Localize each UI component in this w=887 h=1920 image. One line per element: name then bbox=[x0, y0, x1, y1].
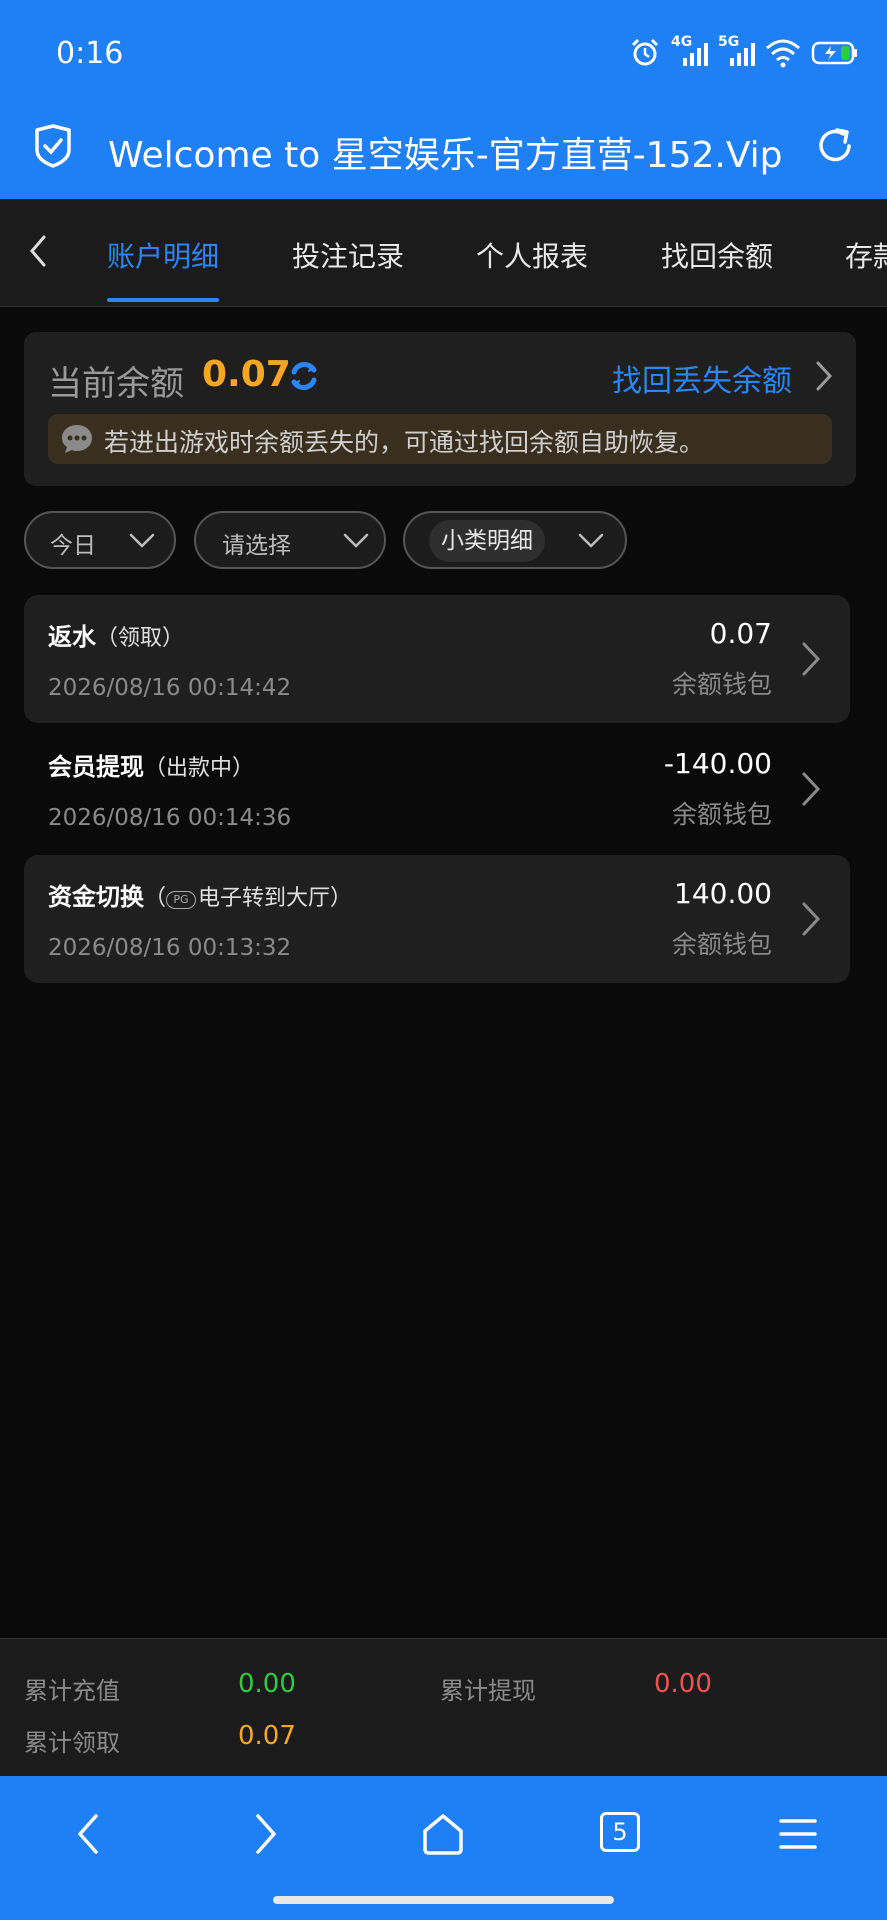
total-withdraw-value: 0.00 bbox=[654, 1669, 712, 1699]
chevron-right-icon bbox=[256, 1814, 276, 1854]
date-filter[interactable]: 今日 bbox=[24, 511, 176, 569]
tab-account-details[interactable]: 账户明细 bbox=[107, 235, 219, 275]
chevron-down-icon bbox=[129, 533, 155, 548]
record-row[interactable]: 资金切换（ PG 电子转到大厅） 2026/08/16 00:13:32 140.0… bbox=[24, 855, 850, 983]
record-wallet: 余额钱包 bbox=[671, 930, 772, 959]
record-amount: 0.07 bbox=[709, 617, 772, 650]
tab-count-button[interactable]: 5 bbox=[600, 1812, 640, 1852]
battery-icon bbox=[811, 41, 857, 65]
chevron-left-icon bbox=[78, 1814, 98, 1854]
detail-filter[interactable]: 小类明细 bbox=[403, 511, 627, 569]
tab-bar: 账户明细 投注记录 个人报表 找回余额 存款 bbox=[0, 199, 887, 307]
wifi-icon bbox=[766, 39, 800, 68]
balance-value: 0.07 bbox=[202, 354, 291, 395]
total-claim-value: 0.07 bbox=[238, 1721, 296, 1751]
chevron-down-icon bbox=[578, 533, 604, 548]
back-arrow-icon[interactable] bbox=[24, 233, 54, 269]
chat-bubble-icon bbox=[62, 425, 92, 453]
browser-header: 0:16 4G 5G Welcome to 星空娱乐-官方直营-152.Vip bbox=[0, 0, 887, 199]
total-withdraw-label: 累计提现 bbox=[440, 1677, 536, 1705]
tab-recover-balance[interactable]: 找回余额 bbox=[661, 235, 773, 275]
balance-label: 当前余额 bbox=[48, 364, 184, 404]
tab-deposit[interactable]: 存款 bbox=[845, 235, 887, 275]
signal-5g-icon: 5G bbox=[718, 34, 755, 66]
chevron-right-icon[interactable] bbox=[814, 360, 834, 392]
chevron-right-icon bbox=[802, 642, 821, 676]
chevron-down-icon bbox=[343, 533, 369, 548]
nav-forward-button[interactable] bbox=[236, 1804, 296, 1864]
record-amount: -140.00 bbox=[663, 747, 772, 780]
total-recharge-value: 0.00 bbox=[238, 1669, 296, 1699]
balance-notice: 若进出游戏时余额丢失的，可通过找回余额自助恢复。 bbox=[48, 414, 832, 464]
record-amount: 140.00 bbox=[674, 877, 772, 910]
record-title: 返水（领取） bbox=[48, 623, 185, 651]
record-row[interactable]: 返水（领取） 2026/08/16 00:14:42 0.07 余额钱包 bbox=[24, 595, 850, 723]
chevron-right-icon bbox=[802, 772, 821, 806]
nav-menu-button[interactable] bbox=[768, 1804, 828, 1864]
page-title: Welcome to 星空娱乐-官方直营-152.Vip bbox=[108, 135, 783, 176]
record-title: 会员提现（出款中） bbox=[48, 753, 255, 781]
record-time: 2026/08/16 00:13:32 bbox=[48, 935, 292, 961]
status-time: 0:16 bbox=[56, 36, 124, 71]
record-wallet: 余额钱包 bbox=[671, 800, 772, 829]
detail-filter-chip: 小类明细 bbox=[429, 520, 545, 562]
alarm-icon bbox=[631, 38, 659, 66]
signal-4g-icon: 4G bbox=[671, 34, 708, 66]
recover-lost-balance-link[interactable]: 找回丢失余额 bbox=[612, 356, 792, 400]
nav-back-button[interactable] bbox=[58, 1804, 118, 1864]
total-claim-label: 累计领取 bbox=[24, 1729, 120, 1757]
record-time: 2026/08/16 00:14:36 bbox=[48, 805, 292, 831]
record-wallet: 余额钱包 bbox=[671, 670, 772, 699]
detail-filter-label: 小类明细 bbox=[441, 528, 533, 554]
total-recharge-label: 累计充值 bbox=[24, 1677, 120, 1705]
chevron-right-icon bbox=[802, 902, 821, 936]
record-time: 2026/08/16 00:14:42 bbox=[48, 675, 292, 701]
summary-panel: 累计充值 0.00 累计提现 0.00 累计领取 0.07 bbox=[0, 1638, 887, 1776]
shield-check-icon[interactable] bbox=[32, 124, 74, 168]
date-filter-label: 今日 bbox=[50, 533, 96, 559]
browser-toolbar: Welcome to 星空娱乐-官方直营-152.Vip bbox=[0, 112, 887, 182]
balance-card: 当前余额 0.07 找回丢失余额 若进出游戏时余额丢失的，可通过找回余额自助恢复… bbox=[24, 332, 856, 486]
nav-home-button[interactable] bbox=[413, 1804, 473, 1864]
home-icon bbox=[423, 1814, 463, 1855]
reload-icon[interactable] bbox=[813, 124, 857, 168]
refresh-balance-icon[interactable] bbox=[286, 358, 322, 394]
record-row[interactable]: 会员提现（出款中） 2026/08/16 00:14:36 -140.00 余额… bbox=[24, 725, 850, 853]
tab-bet-records[interactable]: 投注记录 bbox=[292, 235, 404, 275]
tab-personal-report[interactable]: 个人报表 bbox=[476, 235, 588, 275]
pg-logo-icon: PG bbox=[166, 891, 197, 909]
type-filter-label: 请选择 bbox=[222, 533, 291, 559]
record-title: 资金切换（ PG 电子转到大厅） bbox=[48, 883, 353, 911]
home-indicator[interactable] bbox=[273, 1896, 614, 1904]
active-tab-indicator bbox=[107, 298, 219, 302]
status-icons: 4G 5G bbox=[629, 34, 859, 70]
menu-icon bbox=[779, 1819, 817, 1849]
notice-text: 若进出游戏时余额丢失的，可通过找回余额自助恢复。 bbox=[104, 428, 705, 457]
type-filter[interactable]: 请选择 bbox=[194, 511, 386, 569]
